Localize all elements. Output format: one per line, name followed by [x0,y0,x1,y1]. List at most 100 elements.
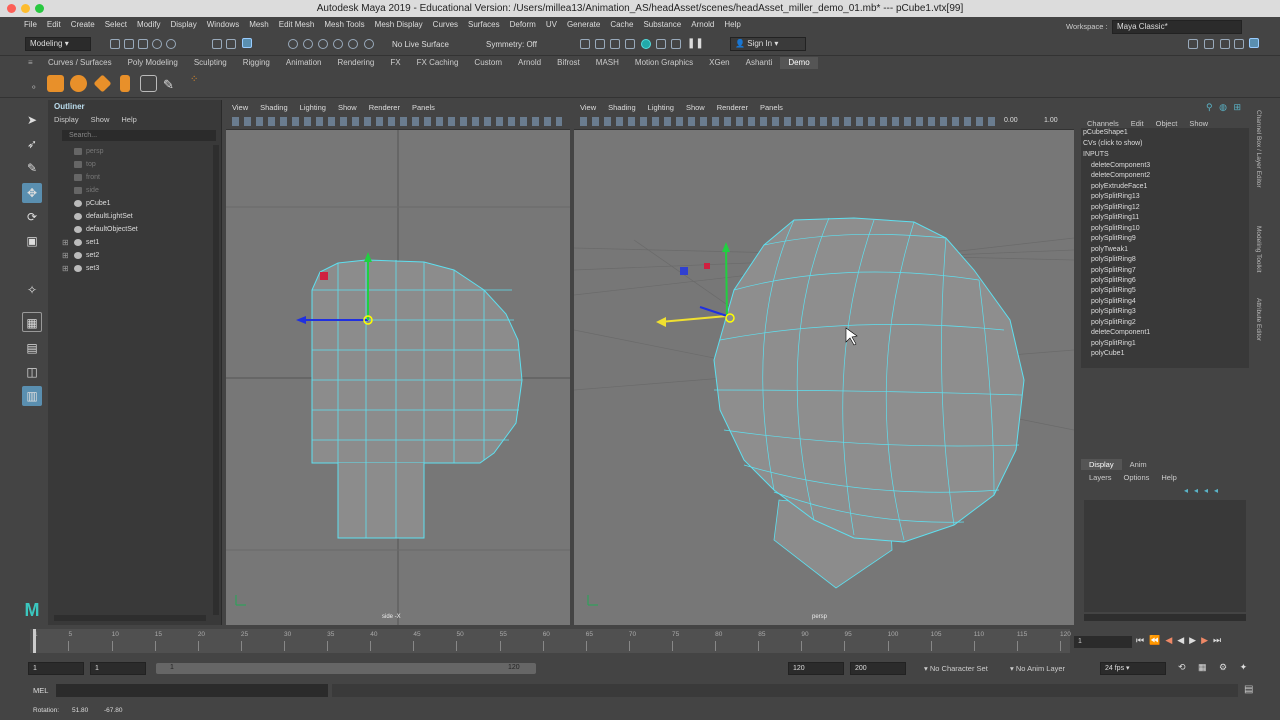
shelf-tab-poly-modeling[interactable]: Poly Modeling [120,57,186,69]
cb-shape-node[interactable]: pCubeShape1 [1083,128,1128,138]
hypershade-icon[interactable] [641,39,651,49]
vp-left-menu-renderer[interactable]: Renderer [369,102,400,114]
lasso-tool-icon[interactable]: ➶ [22,134,42,154]
playback-end-field[interactable]: 120 [788,662,844,675]
go-to-end-icon[interactable]: ⏭ [1213,635,1226,645]
snap-view-icon[interactable] [333,39,343,49]
outliner-item[interactable]: side [48,184,208,197]
vp-left-menu-view[interactable]: View [232,102,248,114]
render-settings-icon[interactable] [625,39,635,49]
outliner-item[interactable]: ⊞ set3 [48,262,208,275]
layer-tab-display[interactable]: Display [1081,459,1122,470]
layer-tab-anim[interactable]: Anim [1122,459,1155,470]
pause-icon[interactable]: ❚❚ [687,38,704,49]
menu-substance[interactable]: Substance [643,20,681,29]
select-component-icon[interactable] [242,38,252,48]
expand-icon[interactable]: ⊞ [62,262,69,275]
cb-cvs-toggle[interactable]: CVs (click to show) [1083,139,1143,149]
last-tool-icon[interactable]: ✧ [22,280,42,300]
go-to-start-icon[interactable]: ⏮ [1136,635,1149,645]
layer-hscrollbar[interactable] [1084,614,1246,621]
cb-input-node[interactable]: polySplitRing4 [1091,297,1136,307]
exposure-field[interactable]: 0.00 [1004,117,1018,124]
make-live-icon[interactable] [364,39,374,49]
cb-input-node[interactable]: polySplitRing12 [1091,203,1140,213]
poly-sphere-icon[interactable] [70,75,87,92]
cb-input-node[interactable]: polySplitRing5 [1091,286,1136,296]
menu-mesh-tools[interactable]: Mesh Tools [324,20,364,29]
outliner-menu-display[interactable]: Display [54,115,79,124]
open-scene-icon[interactable] [124,39,134,49]
channel-box-icon[interactable] [1249,38,1259,48]
shelf-tab-fx-caching[interactable]: FX Caching [409,57,467,69]
poly-cube-icon[interactable] [47,75,64,92]
menu-mesh[interactable]: Mesh [249,20,269,29]
vp-right-menu-lighting[interactable]: Lighting [648,102,674,114]
select-hierarchy-icon[interactable] [212,39,222,49]
zoom-window-icon[interactable] [35,4,44,13]
workspace-dropdown[interactable]: Maya Classic* [1112,20,1242,34]
layer-menu-help[interactable]: Help [1161,473,1176,482]
move-tool-icon[interactable]: ✥ [22,183,42,203]
side-tab-modeling-toolkit[interactable]: Modeling Toolkit [1255,226,1262,273]
shelf-tab-motion-graphics[interactable]: Motion Graphics [627,57,701,69]
expand-icon[interactable]: ⊞ [62,249,69,262]
persp-viewport-canvas[interactable] [574,130,1074,625]
arnold-ipr-icon[interactable] [671,39,681,49]
undo-icon[interactable] [152,39,162,49]
shelf-tab-animation[interactable]: Animation [278,57,330,69]
scene-start-field[interactable]: 1 [28,662,84,675]
outliner-item[interactable]: defaultObjectSet [48,223,208,236]
menu-modify[interactable]: Modify [137,20,161,29]
vp-left-menu-shading[interactable]: Shading [260,102,288,114]
shelf-tab-rigging[interactable]: Rigging [235,57,278,69]
command-input[interactable] [56,684,328,697]
channel-box-toggle-icons[interactable]: ⚲ ◍ ⊞ [1206,102,1246,114]
vp-left-menu-panels[interactable]: Panels [412,102,435,114]
character-controls-icon[interactable] [1204,39,1214,49]
menu-deform[interactable]: Deform [510,20,536,29]
menu-arnold[interactable]: Arnold [691,20,714,29]
save-scene-icon[interactable] [138,39,148,49]
cb-input-node[interactable]: polySplitRing6 [1091,276,1136,286]
menu-generate[interactable]: Generate [567,20,600,29]
snap-surface-icon[interactable] [348,39,358,49]
menu-surfaces[interactable]: Surfaces [468,20,500,29]
cb-input-node[interactable]: polySplitRing7 [1091,266,1136,276]
shelf-menu-icon[interactable]: ≡ [28,58,33,67]
shelf-tab-curves-surfaces[interactable]: Curves / Surfaces [40,57,120,69]
vp-right-menu-view[interactable]: View [580,102,596,114]
outliner-menu-show[interactable]: Show [91,115,110,124]
play-forward-icon[interactable]: ▶ [1189,635,1201,645]
vp-left-menu-show[interactable]: Show [338,102,357,114]
side-tab-channel-box[interactable]: Channel Box / Layer Editor [1255,110,1262,188]
menu-edit[interactable]: Edit [47,20,61,29]
menu-file[interactable]: File [24,20,37,29]
menu-windows[interactable]: Windows [207,20,239,29]
outliner-layout-icon[interactable]: ▥ [22,386,42,406]
ipr-render-icon[interactable] [610,39,620,49]
playback-start-field[interactable]: 1 [90,662,146,675]
select-tool-icon[interactable]: ➤ [22,110,42,130]
four-view-layout-icon[interactable]: ▤ [22,338,42,358]
outliner-item[interactable]: ⊞ set2 [48,249,208,262]
menu-uv[interactable]: UV [546,20,557,29]
shelf-tab-ashanti[interactable]: Ashanti [738,57,781,69]
rotate-tool-icon[interactable]: ⟳ [22,207,42,227]
single-perspective-layout-icon[interactable]: ▦ [22,312,42,332]
cb-input-node[interactable]: polyExtrudeFace1 [1091,182,1147,192]
menu-display[interactable]: Display [171,20,197,29]
character-set-dropdown[interactable]: ▾ No Character Set [924,664,988,673]
cb-input-node[interactable]: polySplitRing10 [1091,224,1140,234]
scale-tool-icon[interactable]: ▣ [22,231,42,251]
shelf-options-icon[interactable]: ⚬ [30,82,38,93]
shelf-tab-rendering[interactable]: Rendering [329,57,382,69]
layer-menu-options[interactable]: Options [1124,473,1150,482]
render-view-icon[interactable] [580,39,590,49]
cb-input-node[interactable]: polySplitRing13 [1091,192,1140,202]
grid-icon[interactable] [140,75,157,92]
modeling-toolkit-icon[interactable] [1188,39,1198,49]
expand-icon[interactable]: ⊞ [62,236,69,249]
redo-icon[interactable] [166,39,176,49]
outliner-scrollbar[interactable] [213,145,219,615]
